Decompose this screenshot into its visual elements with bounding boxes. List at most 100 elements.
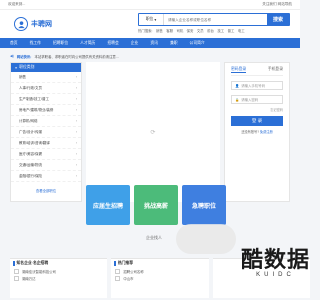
search-box: 职位 ▾ 搜索 — [138, 13, 290, 26]
search-type-label: 职位 — [145, 17, 154, 21]
famous-companies-section: 知名企业·名企招聘 湖南佳沃智能科技公司 湖南万达 — [10, 258, 108, 298]
watermark-text: 酷数据 — [240, 248, 310, 273]
hot-item[interactable]: 普工 — [228, 29, 235, 33]
nav-item-jobs[interactable]: 找工作 — [30, 41, 41, 46]
category-label: 金融/银行/保险 — [19, 173, 42, 178]
hot-searches: 热门搜索: 销售 客服 司机 保安 文员 前台 技工 普工 电工 — [138, 28, 290, 33]
company-link[interactable]: 企业找人 — [146, 235, 162, 241]
hot-item[interactable]: 技工 — [217, 29, 224, 33]
category-item[interactable]: 广告/设计/传媒 › — [11, 127, 81, 138]
hot-item[interactable]: 电工 — [238, 29, 245, 33]
hot-label: 热门搜索: — [138, 29, 153, 33]
accent-bar — [13, 261, 15, 266]
password-field[interactable]: 🔒 请输入密码 — [231, 95, 283, 104]
hot-item[interactable]: 前台 — [207, 29, 214, 33]
loading-icon: ⟳ — [150, 129, 156, 136]
category-label: 生产制造/技工/普工 — [19, 96, 49, 101]
register-row: 还没有账号? 免费注册 — [231, 129, 283, 134]
promo-graduate[interactable]: 应届生招聘 — [86, 185, 130, 225]
company-name: 中山市 — [123, 277, 134, 281]
nav-item-news[interactable]: 资讯 — [150, 41, 158, 46]
chevron-right-icon: › — [75, 86, 77, 90]
hot-item[interactable]: 客服 — [166, 29, 173, 33]
category-label: 广告/设计/传媒 — [19, 129, 42, 134]
search-button[interactable]: 搜索 — [267, 14, 289, 25]
nav-item-positions[interactable]: 招聘职位 — [53, 41, 68, 46]
category-item[interactable]: 计算机/网络 › — [11, 116, 81, 127]
watermark: 酷数据 KUIDC — [241, 242, 310, 278]
promo-urgent[interactable]: 急聘职位 — [182, 185, 226, 225]
category-item[interactable]: 人事/行政/文员 › — [11, 83, 81, 94]
list-item[interactable]: 中山市 — [111, 275, 208, 282]
accent-bar — [114, 261, 116, 266]
nav-item-resumes[interactable]: 人才简历 — [80, 41, 95, 46]
category-item[interactable]: 销售 › — [11, 72, 81, 83]
all-positions-link[interactable]: 查看全部职位 — [11, 188, 81, 193]
login-button[interactable]: 登 录 — [231, 116, 283, 126]
forgot-password-link[interactable]: 忘记密码 — [231, 107, 283, 112]
tab-password-login[interactable]: 密码登录 — [231, 67, 247, 73]
nav-item-fair[interactable]: 招聘会 — [107, 41, 118, 46]
category-label: 房地产/建筑/物业/装修 — [19, 107, 54, 112]
hot-item[interactable]: 保安 — [187, 29, 194, 33]
nav-item-company[interactable]: 企业 — [131, 41, 139, 46]
list-icon: ≡ — [15, 65, 18, 70]
speaker-icon: ◀) — [10, 54, 14, 58]
list-item[interactable]: 招聘公司名称 — [111, 268, 208, 275]
chevron-right-icon: › — [75, 119, 77, 123]
promo-label: 应届生招聘 — [92, 202, 123, 210]
promo-cards: 应届生招聘 挑战高薪 急聘职位 — [86, 185, 226, 225]
register-link[interactable]: 免费注册 — [260, 130, 273, 134]
hot-item[interactable]: 文员 — [197, 29, 204, 33]
category-item[interactable]: 教育/培训/咨询/翻译 › — [11, 138, 81, 149]
hot-item[interactable]: 销售 — [156, 29, 163, 33]
promo-label: 急聘职位 — [191, 202, 216, 210]
category-label: 销售 — [19, 74, 26, 79]
category-item[interactable]: 医疗/美容/保健 › — [11, 149, 81, 160]
search-area: 职位 ▾ 搜索 热门搜索: 销售 客服 司机 保安 文员 前台 技工 普工 电工 — [138, 13, 290, 33]
top-links[interactable]: 关注我们 网站导航 — [262, 2, 292, 7]
chevron-right-icon: › — [75, 141, 77, 145]
search-type-select[interactable]: 职位 ▾ — [139, 14, 164, 25]
list-item[interactable]: 湖南佳沃智能科技公司 — [10, 268, 107, 275]
hot-item[interactable]: 司机 — [176, 29, 183, 33]
category-label: 医疗/美容/保健 — [19, 151, 42, 156]
username-field[interactable]: 👤 请输入手机号码 — [231, 81, 283, 90]
welcome-text: 欢迎来到... — [8, 2, 26, 6]
promo-high-salary[interactable]: 挑战高薪 — [134, 185, 178, 225]
banner-area[interactable]: ⟳ — [86, 62, 220, 202]
section-title: 知名企业·名企招聘 — [16, 261, 49, 265]
chevron-right-icon: › — [75, 163, 77, 167]
category-title: 职位类别 — [19, 65, 35, 69]
category-label: 交通/运输/物流 — [19, 162, 42, 167]
nav-item-parttime[interactable]: 兼职 — [170, 41, 178, 46]
category-item[interactable]: 房地产/建筑/物业/装修 › — [11, 105, 81, 116]
chevron-right-icon: › — [75, 108, 77, 112]
company-name: 招聘公司名称 — [123, 270, 144, 274]
company-logo-icon — [115, 269, 121, 274]
list-item[interactable]: 湖南万达 — [10, 275, 107, 282]
main-content: ≡ 职位类别 销售 › 人事/行政/文员 › 生产制造/技工/普工 › 房地产/建筑/… — [10, 62, 290, 202]
notice-bar: ◀) 网站快讯: 本站求职者、求职者在时向公司提供有关资料前请注意... — [10, 52, 290, 60]
category-panel: ≡ 职位类别 销售 › 人事/行政/文员 › 生产制造/技工/普工 › 房地产/建筑/… — [10, 62, 82, 202]
category-item[interactable]: 金融/银行/保险 › — [11, 171, 81, 182]
company-logo-icon — [115, 276, 121, 281]
category-header: ≡ 职位类别 — [11, 63, 81, 72]
chevron-right-icon: › — [75, 152, 77, 156]
logo-text: 丰聘网 — [31, 20, 52, 28]
section-title: 热门推荐 — [117, 261, 134, 265]
search-input[interactable] — [164, 14, 267, 25]
password-placeholder: 请输入密码 — [241, 98, 259, 102]
site-logo[interactable]: 丰聘网 — [14, 17, 52, 31]
tab-phone-login[interactable]: 手机登录 — [268, 67, 283, 73]
notice-text[interactable]: 本站求职者、求职者在时向公司提供有关资料前请注意... — [34, 54, 118, 59]
nav-item-home[interactable]: 首页 — [10, 41, 18, 46]
category-label: 人事/行政/文员 — [19, 85, 42, 90]
section-header: 知名企业·名企招聘 — [10, 259, 107, 268]
nav-item-about[interactable]: 公司简介 — [190, 41, 205, 46]
user-icon: 👤 — [235, 83, 240, 88]
chevron-right-icon: › — [75, 75, 77, 79]
company-name: 湖南万达 — [22, 277, 36, 281]
category-item[interactable]: 生产制造/技工/普工 › — [11, 94, 81, 105]
category-item[interactable]: 交通/运输/物流 › — [11, 160, 81, 171]
